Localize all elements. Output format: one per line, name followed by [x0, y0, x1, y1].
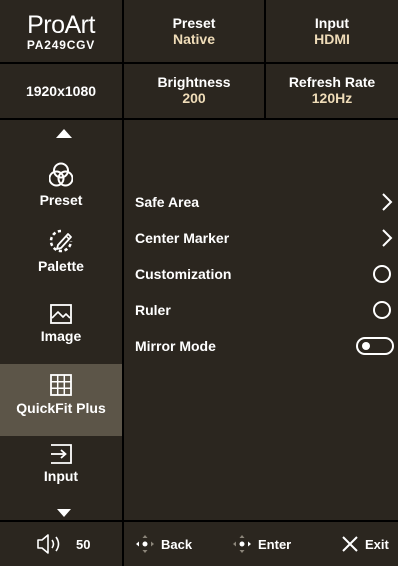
sidebar-item-quickfit-plus[interactable]: QuickFit Plus	[0, 364, 122, 436]
sidebar-item-label: Palette	[38, 258, 84, 274]
joystick-enter-icon	[233, 535, 251, 553]
refresh-rate-info-value: 120Hz	[311, 90, 353, 106]
preset-rings-icon	[49, 162, 73, 187]
sidebar-item-preset[interactable]: Preset	[0, 162, 122, 222]
brightness-info-value: 200	[182, 90, 206, 106]
menu-item-label: Safe Area	[135, 194, 200, 210]
sidebar-item-palette[interactable]: Palette	[0, 228, 122, 288]
resolution-display: 1920x1080	[0, 64, 122, 118]
input-info-label: Input	[314, 15, 350, 31]
menu-item-mirror-mode[interactable]: Mirror Mode	[124, 331, 398, 361]
brightness-info-label: Brightness	[157, 74, 231, 90]
menu-item-label: Customization	[135, 266, 232, 282]
footer-controls: Back Enter Exit	[124, 522, 398, 566]
menu-item-label: Mirror Mode	[135, 338, 216, 354]
brightness-info: Brightness 200	[124, 64, 264, 118]
radio-off-icon[interactable]	[372, 300, 392, 320]
toggle-off-icon[interactable]	[356, 337, 394, 355]
menu-item-ruler[interactable]: Ruler	[124, 295, 398, 325]
sidebar-item-input[interactable]: Input	[0, 444, 122, 498]
chevron-right-icon	[382, 193, 393, 211]
volume-area: 50	[0, 522, 122, 566]
enter-button[interactable]: Enter	[258, 537, 291, 552]
chevron-right-icon	[382, 229, 393, 247]
menu-item-label: Center Marker	[135, 230, 230, 246]
exit-button[interactable]: Exit	[365, 537, 389, 552]
image-icon	[50, 304, 72, 324]
input-icon	[51, 444, 72, 464]
scroll-down-arrow-icon[interactable]	[57, 509, 71, 517]
back-button[interactable]: Back	[161, 537, 192, 552]
sidebar-item-image[interactable]: Image	[0, 304, 122, 356]
refresh-rate-info: Refresh Rate 120Hz	[266, 64, 398, 118]
scroll-up-arrow-icon[interactable]	[56, 129, 72, 138]
sidebar-item-label: QuickFit Plus	[16, 400, 106, 416]
brand-block: ProArt PA249CGV	[0, 0, 122, 62]
radio-off-icon[interactable]	[372, 264, 392, 284]
preset-info-value: Native	[172, 31, 216, 47]
sidebar: Preset Palette Image QuickFit Plus Input	[0, 120, 122, 520]
menu-item-safe-area[interactable]: Safe Area	[124, 187, 398, 217]
close-icon	[342, 536, 358, 552]
speaker-icon	[37, 534, 60, 554]
sidebar-item-label: Image	[40, 328, 82, 344]
input-info-value: HDMI	[314, 31, 350, 47]
options-panel: Safe Area Center Marker Customization Ru…	[124, 120, 398, 520]
menu-item-label: Ruler	[135, 302, 171, 318]
palette-icon	[49, 229, 73, 253]
sidebar-item-label: Preset	[39, 192, 83, 208]
volume-value: 50	[76, 537, 91, 552]
input-info: Input HDMI	[266, 0, 398, 62]
preset-info: Preset Native	[124, 0, 264, 62]
sidebar-item-label: Input	[43, 468, 79, 484]
joystick-back-icon	[136, 535, 154, 553]
footer: 50 Back Enter Exit	[0, 522, 398, 566]
model-name: PA249CGV	[26, 38, 96, 52]
osd-menu: ProArt PA249CGV 1920x1080 Preset Native …	[0, 0, 398, 566]
refresh-rate-info-label: Refresh Rate	[288, 74, 376, 90]
menu-item-center-marker[interactable]: Center Marker	[124, 223, 398, 253]
grid-icon	[50, 374, 72, 396]
menu-item-customization[interactable]: Customization	[124, 259, 398, 289]
preset-info-label: Preset	[172, 15, 216, 31]
brand-logo: ProArt	[27, 11, 95, 39]
